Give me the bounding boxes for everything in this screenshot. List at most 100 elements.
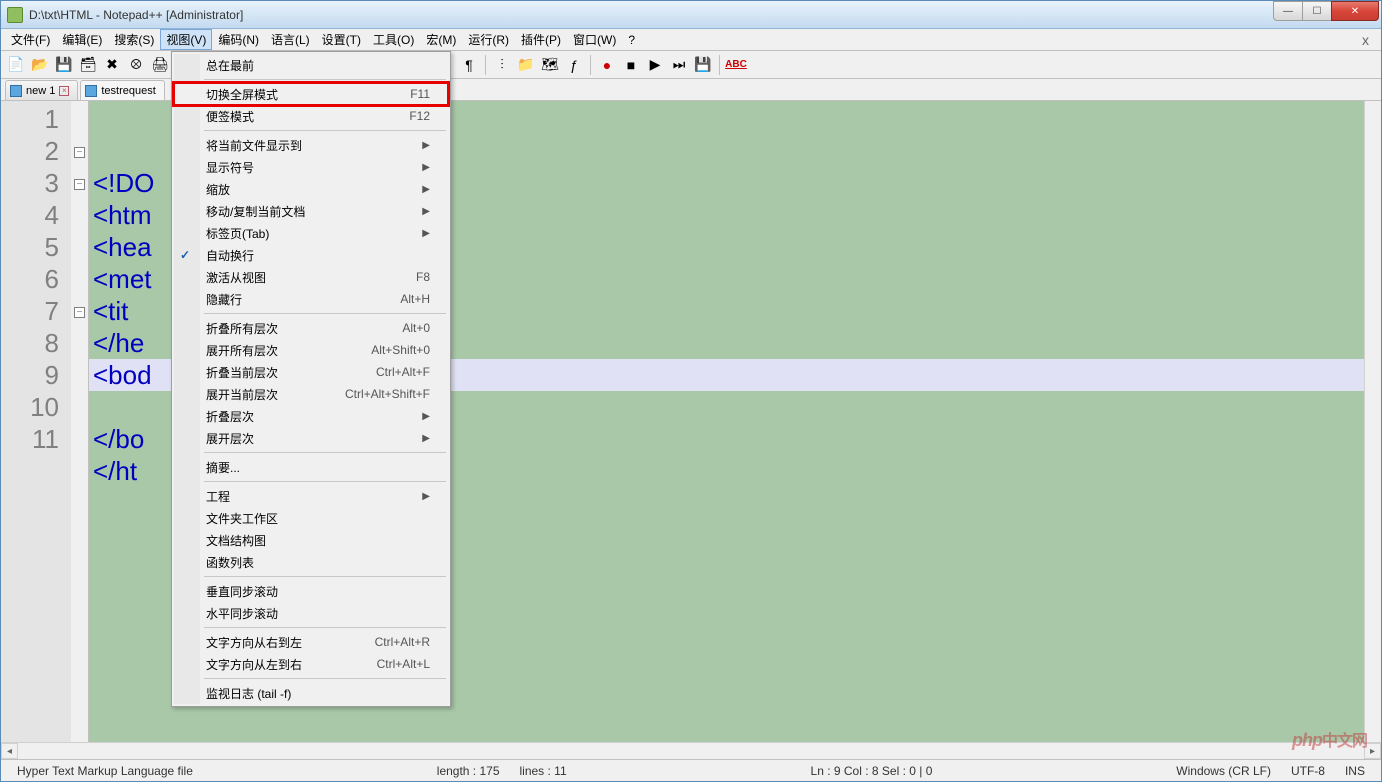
fold-marker[interactable]: − bbox=[71, 295, 88, 327]
show-all-chars-icon[interactable]: ¶ bbox=[458, 54, 480, 76]
menu-shortcut: Alt+H bbox=[400, 292, 430, 306]
menu-item-工程[interactable]: 工程▶ bbox=[174, 485, 448, 507]
window-title: D:\txt\HTML - Notepad++ [Administrator] bbox=[29, 8, 1274, 22]
menu-item-切换全屏模式[interactable]: 切换全屏模式F11 bbox=[174, 83, 448, 105]
function-list-icon[interactable]: ƒ bbox=[563, 54, 585, 76]
tab-close-icon[interactable]: × bbox=[59, 86, 69, 96]
menu-item-总在最前[interactable]: 总在最前 bbox=[174, 54, 448, 76]
status-eol[interactable]: Windows (CR LF) bbox=[1166, 764, 1281, 778]
document-tab[interactable]: new 1× bbox=[5, 80, 78, 100]
menu-item-文档结构图[interactable]: 文档结构图 bbox=[174, 529, 448, 551]
menu-宏m[interactable]: 宏(M) bbox=[420, 29, 462, 50]
menu-item-label: 展开所有层次 bbox=[206, 342, 371, 359]
menu-item-文字方向从右到左[interactable]: 文字方向从右到左Ctrl+Alt+R bbox=[174, 631, 448, 653]
new-file-icon[interactable]: 📄 bbox=[5, 54, 27, 76]
menu-item-水平同步滚动[interactable]: 水平同步滚动 bbox=[174, 602, 448, 624]
menu-item-函数列表[interactable]: 函数列表 bbox=[174, 551, 448, 573]
menu-item-标签页(Tab)[interactable]: 标签页(Tab)▶ bbox=[174, 222, 448, 244]
menu-shortcut: F12 bbox=[409, 109, 430, 123]
menu-item-label: 切换全屏模式 bbox=[206, 86, 410, 103]
watermark-brand: php bbox=[1292, 730, 1322, 750]
menu-close-button[interactable]: x bbox=[1354, 32, 1377, 48]
menu-item-折叠层次[interactable]: 折叠层次▶ bbox=[174, 405, 448, 427]
menu-item-监视日志 (tail -f)[interactable]: 监视日志 (tail -f) bbox=[174, 682, 448, 704]
menu-shortcut: F11 bbox=[410, 87, 430, 101]
fold-marker[interactable]: − bbox=[71, 135, 88, 167]
status-insert-mode[interactable]: INS bbox=[1335, 764, 1375, 778]
close-button[interactable]: ✕ bbox=[1331, 1, 1379, 21]
scroll-track[interactable] bbox=[18, 743, 1364, 759]
menu-shortcut: Ctrl+Alt+L bbox=[377, 657, 430, 671]
save-all-icon[interactable]: 🗃 bbox=[77, 54, 99, 76]
play-multi-icon[interactable]: ⏭ bbox=[668, 54, 690, 76]
menu-bar: 文件(F)编辑(E)搜索(S)视图(V)编码(N)语言(L)设置(T)工具(O)… bbox=[1, 29, 1381, 51]
menu-separator bbox=[204, 678, 446, 679]
menu-item-展开所有层次[interactable]: 展开所有层次Alt+Shift+0 bbox=[174, 339, 448, 361]
open-file-icon[interactable]: 📂 bbox=[29, 54, 51, 76]
menu-item-缩放[interactable]: 缩放▶ bbox=[174, 178, 448, 200]
toolbar-separator bbox=[719, 55, 720, 75]
menu-item-label: 便签模式 bbox=[206, 108, 409, 125]
line-number: 3 bbox=[1, 167, 59, 199]
menu-视图v[interactable]: 视图(V) bbox=[160, 29, 212, 50]
file-icon bbox=[10, 85, 22, 97]
close-file-icon[interactable]: ✖ bbox=[101, 54, 123, 76]
doc-map-icon[interactable]: 🗺 bbox=[539, 54, 561, 76]
print-icon[interactable]: 🖨 bbox=[149, 54, 171, 76]
menu-item-文件夹工作区[interactable]: 文件夹工作区 bbox=[174, 507, 448, 529]
menu-搜索s[interactable]: 搜索(S) bbox=[108, 29, 160, 50]
status-lines: lines : 11 bbox=[510, 764, 577, 778]
maximize-button[interactable]: ☐ bbox=[1302, 1, 1332, 21]
menu-item-隐藏行[interactable]: 隐藏行Alt+H bbox=[174, 288, 448, 310]
menu-item-激活从视图[interactable]: 激活从视图F8 bbox=[174, 266, 448, 288]
menu-item-便签模式[interactable]: 便签模式F12 bbox=[174, 105, 448, 127]
menu-工具o[interactable]: 工具(O) bbox=[367, 29, 420, 50]
menu-item-折叠所有层次[interactable]: 折叠所有层次Alt+0 bbox=[174, 317, 448, 339]
stop-record-icon[interactable]: ■ bbox=[620, 54, 642, 76]
scroll-left-icon[interactable]: ◂ bbox=[1, 743, 18, 759]
folder-icon[interactable]: 📁 bbox=[515, 54, 537, 76]
play-macro-icon[interactable]: ▶ bbox=[644, 54, 666, 76]
record-icon[interactable]: ● bbox=[596, 54, 618, 76]
status-language: Hyper Text Markup Language file bbox=[7, 764, 203, 778]
menu-item-文字方向从左到右[interactable]: 文字方向从左到右Ctrl+Alt+L bbox=[174, 653, 448, 675]
minimize-button[interactable]: — bbox=[1273, 1, 1303, 21]
menu-编辑e[interactable]: 编辑(E) bbox=[56, 29, 108, 50]
menu-item-垂直同步滚动[interactable]: 垂直同步滚动 bbox=[174, 580, 448, 602]
horizontal-scrollbar[interactable]: ◂ ▸ bbox=[1, 742, 1381, 759]
status-encoding[interactable]: UTF-8 bbox=[1281, 764, 1335, 778]
menu-item-展开层次[interactable]: 展开层次▶ bbox=[174, 427, 448, 449]
menu-item-label: 垂直同步滚动 bbox=[206, 583, 430, 600]
menu-item-label: 激活从视图 bbox=[206, 269, 416, 286]
fold-marker[interactable]: − bbox=[71, 167, 88, 199]
menu-item-将当前文件显示到[interactable]: 将当前文件显示到▶ bbox=[174, 134, 448, 156]
menu-编码n[interactable]: 编码(N) bbox=[212, 29, 265, 50]
menu-?[interactable]: ? bbox=[622, 31, 641, 49]
close-all-icon[interactable]: ⮾ bbox=[125, 54, 147, 76]
menu-item-自动换行[interactable]: ✓自动换行 bbox=[174, 244, 448, 266]
vertical-scrollbar[interactable] bbox=[1364, 101, 1381, 742]
menu-shortcut: F8 bbox=[416, 270, 430, 284]
status-length: length : 175 bbox=[427, 764, 510, 778]
menu-item-展开当前层次[interactable]: 展开当前层次Ctrl+Alt+Shift+F bbox=[174, 383, 448, 405]
menu-item-摘要...[interactable]: 摘要... bbox=[174, 456, 448, 478]
menu-item-折叠当前层次[interactable]: 折叠当前层次Ctrl+Alt+F bbox=[174, 361, 448, 383]
indent-guide-icon[interactable]: ⫶ bbox=[491, 54, 513, 76]
save-icon[interactable]: 💾 bbox=[53, 54, 75, 76]
menu-item-移动/复制当前文档[interactable]: 移动/复制当前文档▶ bbox=[174, 200, 448, 222]
menu-item-label: 缩放 bbox=[206, 181, 422, 198]
menu-插件p[interactable]: 插件(P) bbox=[515, 29, 567, 50]
menu-separator bbox=[204, 79, 446, 80]
menu-item-显示符号[interactable]: 显示符号▶ bbox=[174, 156, 448, 178]
spellcheck-icon[interactable]: ABC bbox=[725, 54, 747, 76]
document-tab[interactable]: testrequest bbox=[80, 80, 164, 100]
menu-运行r[interactable]: 运行(R) bbox=[462, 29, 515, 50]
menu-文件f[interactable]: 文件(F) bbox=[5, 29, 56, 50]
menu-设置t[interactable]: 设置(T) bbox=[316, 29, 367, 50]
fold-gutter[interactable]: −− − bbox=[71, 101, 89, 742]
fold-marker bbox=[71, 231, 88, 263]
save-macro-icon[interactable]: 💾 bbox=[692, 54, 714, 76]
menu-item-label: 折叠层次 bbox=[206, 408, 422, 425]
menu-窗口w[interactable]: 窗口(W) bbox=[567, 29, 622, 50]
menu-语言l[interactable]: 语言(L) bbox=[265, 29, 316, 50]
